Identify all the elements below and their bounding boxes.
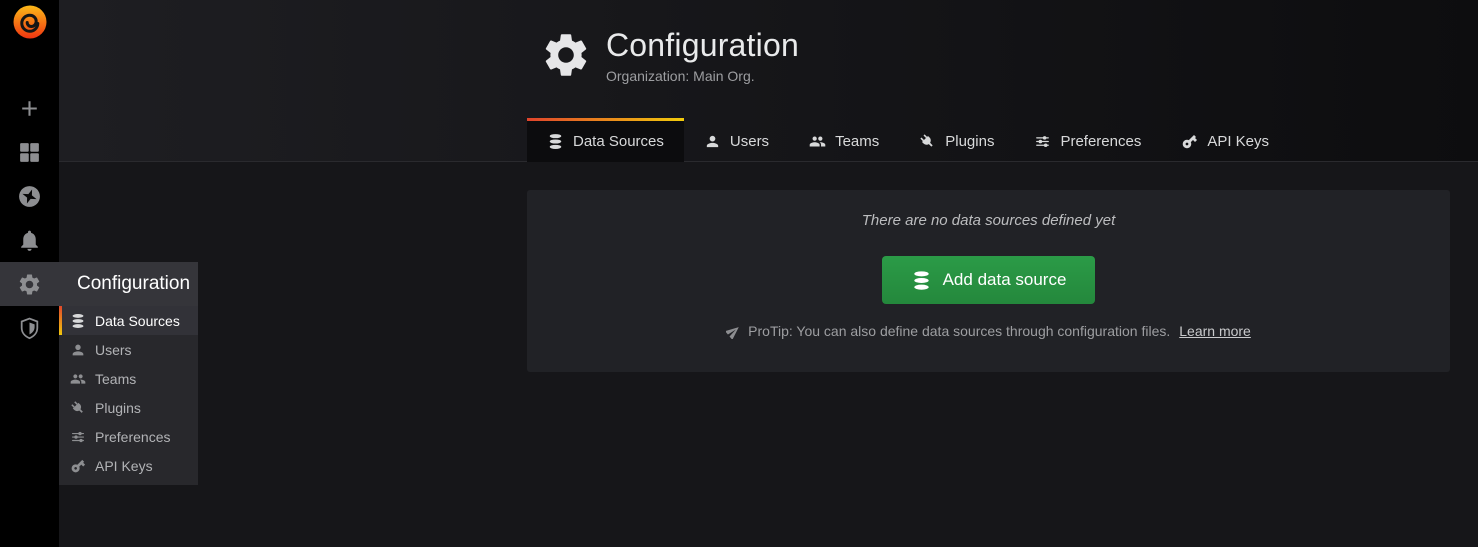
flyout-item-label: API Keys <box>95 458 153 474</box>
tab-teams[interactable]: Teams <box>789 121 899 161</box>
flyout-menu: Data Sources Users Teams Plugins Preferences… <box>59 306 198 480</box>
flyout-item-label: Data Sources <box>95 313 180 329</box>
tab-plugins[interactable]: Plugins <box>899 121 1014 161</box>
tab-users[interactable]: Users <box>684 121 789 161</box>
flyout-item-label: Plugins <box>95 400 141 416</box>
key-icon <box>70 458 86 474</box>
flyout-item-preferences[interactable]: Preferences <box>59 422 198 451</box>
flyout-item-data-sources[interactable]: Data Sources <box>59 306 198 335</box>
page-subtitle: Organization: Main Org. <box>606 68 799 84</box>
bell-icon <box>17 228 42 253</box>
empty-message: There are no data sources defined yet <box>862 212 1116 229</box>
page-header: Configuration Organization: Main Org. Da… <box>59 0 1478 162</box>
sidebar <box>0 0 59 547</box>
user-icon <box>704 133 721 150</box>
sidebar-item-server-admin[interactable] <box>0 306 59 350</box>
tab-label: Plugins <box>945 133 994 150</box>
tab-data-sources[interactable]: Data Sources <box>527 118 684 162</box>
sliders-icon <box>70 429 86 445</box>
flyout-item-teams[interactable]: Teams <box>59 364 198 393</box>
flyout-item-api-keys[interactable]: API Keys <box>59 451 198 480</box>
sidebar-item-explore[interactable] <box>0 174 59 218</box>
compass-icon <box>17 184 42 209</box>
sidebar-item-alerting[interactable] <box>0 218 59 262</box>
rocket-icon <box>726 324 741 339</box>
sidebar-item-dashboards[interactable] <box>0 130 59 174</box>
learn-more-link[interactable]: Learn more <box>1179 323 1251 339</box>
sliders-icon <box>1034 133 1051 150</box>
main-area: Configuration Organization: Main Org. Da… <box>59 0 1478 547</box>
sidebar-item-configuration[interactable] <box>0 262 59 306</box>
flyout-item-users[interactable]: Users <box>59 335 198 364</box>
flyout-item-label: Users <box>95 342 132 358</box>
key-icon <box>1181 133 1198 150</box>
database-icon <box>547 133 564 150</box>
sidebar-nav <box>0 86 59 350</box>
page-body: There are no data sources defined yet Ad… <box>59 162 1478 547</box>
tab-label: API Keys <box>1207 133 1269 150</box>
database-icon <box>70 313 86 329</box>
gear-icon <box>17 272 42 297</box>
protip: ProTip: You can also define data sources… <box>726 323 1251 339</box>
plus-icon <box>17 96 42 121</box>
tab-api-keys[interactable]: API Keys <box>1161 121 1289 161</box>
user-icon <box>70 342 86 358</box>
flyout-title: Configuration <box>59 262 198 306</box>
database-icon <box>911 270 932 291</box>
flyout-item-label: Preferences <box>95 429 170 445</box>
flyout-item-label: Teams <box>95 371 136 387</box>
tab-label: Users <box>730 133 769 150</box>
empty-state-panel: There are no data sources defined yet Ad… <box>527 190 1450 372</box>
protip-text: ProTip: You can also define data sources… <box>748 323 1170 339</box>
users-icon <box>70 371 86 387</box>
tab-label: Data Sources <box>573 133 664 150</box>
shield-icon <box>17 316 42 341</box>
users-icon <box>809 133 826 150</box>
configuration-flyout: Configuration Data Sources Users Teams Plug… <box>59 262 198 485</box>
gear-icon <box>540 29 592 81</box>
dashboards-icon <box>17 140 42 165</box>
add-data-source-button[interactable]: Add data source <box>882 256 1096 304</box>
tab-bar: Data Sources Users Teams Plugins Preferences… <box>527 118 1289 161</box>
grafana-logo[interactable] <box>0 0 59 44</box>
plug-icon <box>919 133 936 150</box>
add-button-label: Add data source <box>943 270 1067 290</box>
tab-preferences[interactable]: Preferences <box>1014 121 1161 161</box>
flyout-item-plugins[interactable]: Plugins <box>59 393 198 422</box>
page-title: Configuration <box>606 29 799 63</box>
plug-icon <box>70 400 86 416</box>
tab-label: Preferences <box>1060 133 1141 150</box>
sidebar-item-create[interactable] <box>0 86 59 130</box>
tab-label: Teams <box>835 133 879 150</box>
